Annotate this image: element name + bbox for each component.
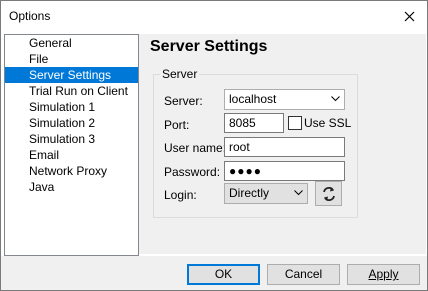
- sidebar-item-server-settings[interactable]: Server Settings: [5, 67, 138, 83]
- apply-button-label: Apply: [368, 267, 399, 281]
- cancel-button[interactable]: Cancel: [267, 264, 340, 285]
- server-groupbox: Server Server: localhost Port: 8085 Use …: [153, 67, 358, 218]
- title-bar: Options: [1, 1, 427, 31]
- category-list[interactable]: General File Server Settings Trial Run o…: [4, 34, 139, 256]
- server-value: localhost: [229, 92, 277, 106]
- username-label: User name:: [164, 141, 227, 155]
- ok-button-label: OK: [214, 267, 233, 281]
- password-label: Password:: [164, 165, 221, 179]
- refresh-icon: [322, 186, 335, 201]
- cancel-button-label: Cancel: [284, 267, 323, 281]
- sidebar-item-email[interactable]: Email: [5, 147, 138, 163]
- login-combobox[interactable]: Directly: [224, 183, 308, 204]
- sidebar-item-trial-run[interactable]: Trial Run on Client: [5, 83, 138, 99]
- ok-button[interactable]: OK: [187, 264, 260, 285]
- username-field[interactable]: root: [224, 137, 345, 157]
- use-ssl-label: Use SSL: [304, 116, 352, 130]
- use-ssl-checkbox[interactable]: [288, 116, 302, 130]
- chevron-down-icon: [294, 190, 303, 196]
- chevron-down-icon: [331, 96, 340, 102]
- window-title: Options: [9, 9, 51, 23]
- login-label: Login:: [164, 188, 197, 202]
- settings-panel: Server Settings Server Server: localhost…: [139, 34, 426, 254]
- port-field[interactable]: 8085: [224, 113, 284, 133]
- sidebar-item-simulation-2[interactable]: Simulation 2: [5, 115, 138, 131]
- sidebar-item-simulation-1[interactable]: Simulation 1: [5, 99, 138, 115]
- sidebar-item-java[interactable]: Java: [5, 179, 138, 195]
- server-label: Server:: [164, 94, 203, 108]
- apply-button[interactable]: Apply: [347, 264, 420, 285]
- close-icon: [404, 11, 414, 21]
- port-label: Port:: [164, 118, 190, 132]
- sidebar-item-file[interactable]: File: [5, 51, 138, 67]
- close-button[interactable]: [391, 1, 427, 31]
- group-label: Server: [160, 67, 200, 81]
- login-value: Directly: [229, 186, 270, 200]
- refresh-button[interactable]: [315, 181, 342, 206]
- page-title: Server Settings: [150, 38, 268, 55]
- server-combobox[interactable]: localhost: [224, 89, 345, 110]
- sidebar-item-network-proxy[interactable]: Network Proxy: [5, 163, 138, 179]
- button-bar: OK Cancel Apply: [1, 256, 427, 290]
- sidebar-item-general[interactable]: General: [5, 35, 138, 51]
- sidebar-item-simulation-3[interactable]: Simulation 3: [5, 131, 138, 147]
- options-dialog: Options General File Server Settings Tri…: [0, 0, 428, 291]
- password-field[interactable]: ●●●●: [224, 161, 345, 181]
